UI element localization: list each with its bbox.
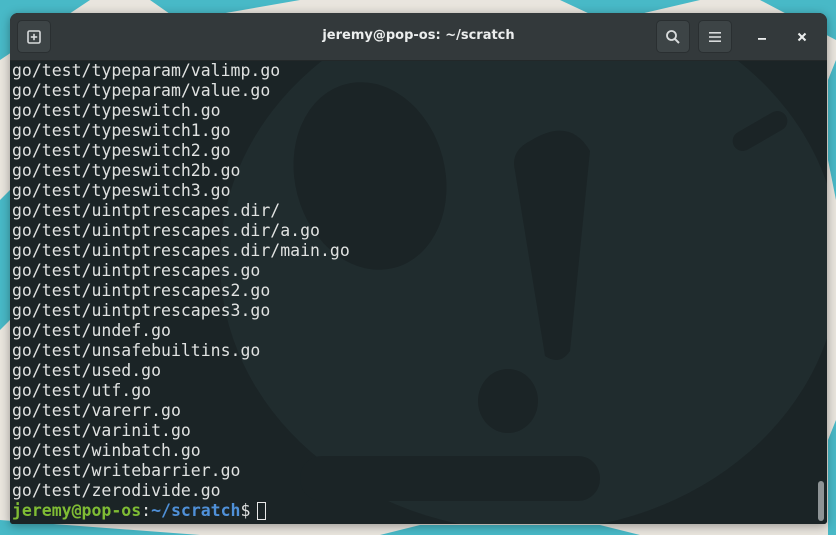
- text-cursor: [257, 502, 267, 520]
- output-line: go/test/typeswitch2.go: [12, 141, 231, 160]
- prompt-colon: :: [141, 501, 152, 520]
- search-icon: [665, 29, 681, 45]
- new-tab-icon: [26, 29, 42, 45]
- output-line: go/test/typeswitch3.go: [12, 181, 231, 200]
- new-tab-button[interactable]: [17, 20, 51, 53]
- prompt-dollar: $: [240, 501, 251, 520]
- output-line: go/test/unsafebuiltins.go: [12, 341, 261, 360]
- output-line: go/test/used.go: [12, 361, 162, 380]
- menu-button[interactable]: [698, 20, 732, 53]
- prompt-user-host: jeremy@pop-os: [12, 501, 142, 520]
- output-line: go/test/winbatch.go: [12, 441, 201, 460]
- scrollbar-thumb[interactable]: [818, 481, 824, 521]
- output-lines: go/test/typeparam/valimp.go go/test/typep…: [12, 61, 350, 501]
- output-line: go/test/uintptrescapes.go: [12, 261, 261, 280]
- output-line: go/test/uintptrescapes2.go: [12, 281, 271, 300]
- hamburger-menu-icon: [708, 31, 722, 43]
- output-line: go/test/varerr.go: [12, 401, 181, 420]
- output-line: go/test/typeswitch2b.go: [12, 161, 241, 180]
- terminal-output-area[interactable]: go/test/typeparam/valimp.go go/test/typep…: [10, 61, 827, 524]
- output-line: go/test/uintptrescapes.dir/main.go: [12, 241, 350, 260]
- close-button[interactable]: [790, 25, 814, 49]
- search-button[interactable]: [656, 20, 690, 53]
- close-icon: [796, 28, 808, 47]
- title-bar[interactable]: jeremy@pop-os: ~/scratch: [10, 13, 827, 61]
- command-prompt[interactable]: jeremy@pop-os:~/scratch$: [12, 501, 267, 521]
- minimize-icon: [756, 28, 768, 47]
- output-line: go/test/typeswitch.go: [12, 101, 221, 120]
- output-line: go/test/typeparam/value.go: [12, 81, 271, 100]
- output-line: go/test/utf.go: [12, 381, 152, 400]
- terminal-window: jeremy@pop-os: ~/scratch go/test/typepar…: [10, 13, 827, 524]
- minimize-button[interactable]: [750, 25, 774, 49]
- output-line: go/test/uintptrescapes.dir/a.go: [12, 221, 320, 240]
- output-line: go/test/uintptrescapes.dir/: [12, 201, 281, 220]
- prompt-path: ~/scratch: [151, 501, 241, 520]
- output-line: go/test/typeparam/valimp.go: [12, 61, 281, 80]
- output-line: go/test/zerodivide.go: [12, 481, 221, 500]
- output-line: go/test/undef.go: [12, 321, 171, 340]
- output-line: go/test/writebarrier.go: [12, 461, 241, 480]
- output-line: go/test/typeswitch1.go: [12, 121, 231, 140]
- output-line: go/test/varinit.go: [12, 421, 191, 440]
- output-line: go/test/uintptrescapes3.go: [12, 301, 271, 320]
